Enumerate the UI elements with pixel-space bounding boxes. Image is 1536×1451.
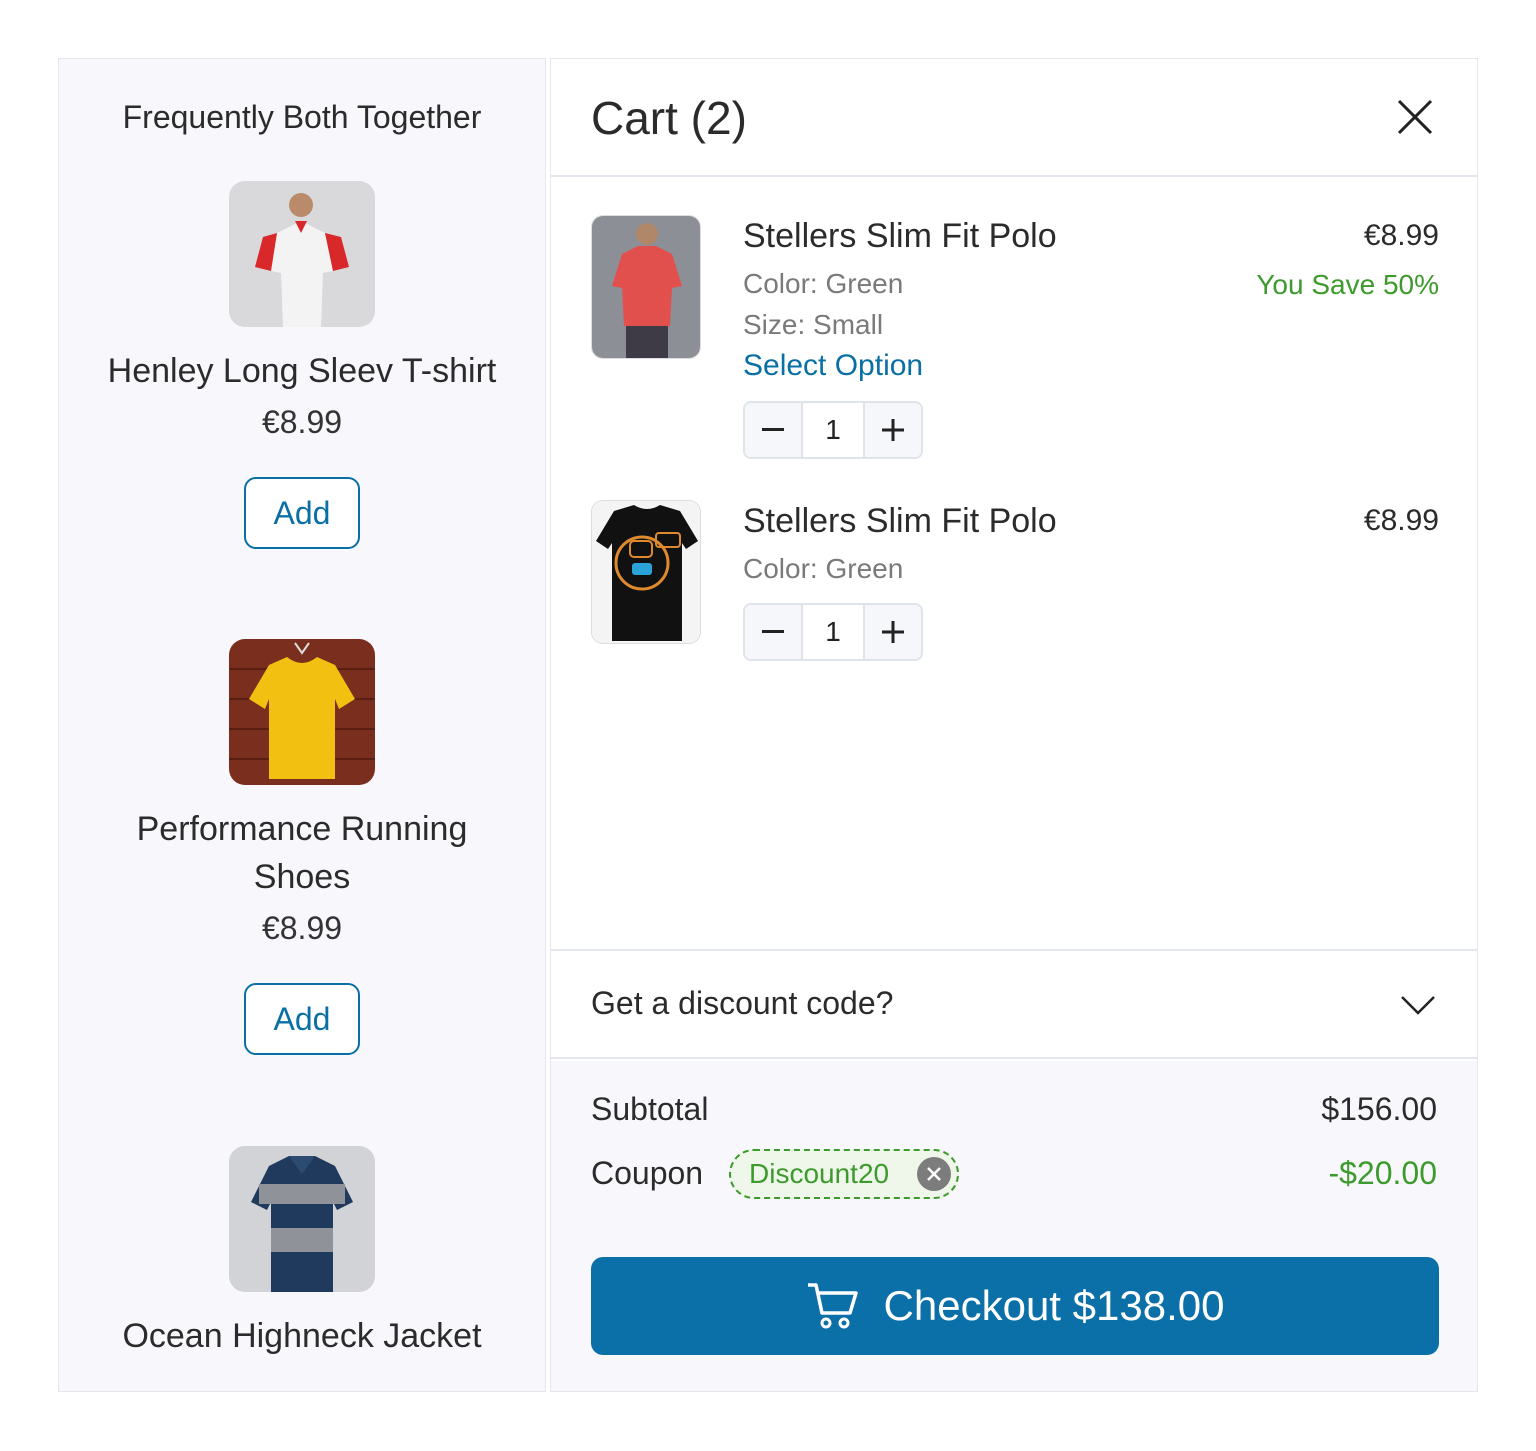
quantity-stepper: 1 [743,401,923,459]
discount-code-label: Get a discount code? [591,985,894,1021]
plus-icon [882,419,904,441]
add-button[interactable]: Add [244,477,360,549]
cart-item-color: Color: Green [743,553,904,584]
cart-title: Cart (2) [591,92,747,144]
increment-button[interactable] [865,605,921,659]
minus-icon [762,428,784,431]
discount-code-toggle[interactable]: Get a discount code? [551,949,1477,1059]
select-option-link[interactable]: Select Option [743,345,1439,387]
checkout-button[interactable]: Checkout $138.00 [591,1257,1439,1355]
remove-coupon-icon[interactable] [917,1157,951,1191]
product-name: Henley Long Sleev T-shirt [107,352,497,390]
product-price: €8.99 [261,910,343,946]
minus-icon [762,630,784,633]
decrement-button[interactable] [745,605,801,659]
quantity-stepper: 1 [743,603,923,661]
product-image[interactable] [229,639,375,785]
cart-item-price: €8.99 [1363,219,1439,252]
fbt-product-card: Ocean Highneck Jacket [59,1146,545,1360]
cart-summary: Subtotal $156.00 Coupon Discount20 -$20.… [551,1061,1477,1391]
cart-item-image[interactable] [591,215,701,359]
fbt-title: Frequently Both Together [122,99,482,135]
quantity-value[interactable]: 1 [801,403,865,457]
chevron-down-icon [1399,989,1437,1019]
coupon-chip: Discount20 [729,1149,959,1199]
cart-item-details: Stellers Slim Fit Polo Color: Green 1 €8… [743,500,1439,661]
cart-item-details: Stellers Slim Fit Polo Color: Green Size… [743,215,1439,459]
product-image[interactable] [229,181,375,327]
subtotal-label: Subtotal [591,1091,709,1127]
savings-label: You Save 50% [1256,269,1439,300]
cart-header: Cart (2) [551,59,1477,177]
add-button[interactable]: Add [244,983,360,1055]
subtotal-value: $156.00 [1321,1091,1437,1127]
decrement-button[interactable] [745,403,801,457]
cart-item-name: Stellers Slim Fit Polo [743,217,1057,255]
product-price: €8.99 [261,404,343,440]
coupon-value: -$20.00 [1328,1155,1437,1191]
cart-icon [807,1283,858,1329]
frequently-bought-panel: Frequently Both Together Henley Long Sle… [58,58,546,1392]
fbt-product-card: Henley Long Sleev T-shirt €8.99 Add [59,181,545,549]
quantity-value[interactable]: 1 [801,605,865,659]
cart-panel: Cart (2) Stellers Slim Fit Polo Color: G… [550,58,1478,1392]
plus-icon [882,621,904,643]
fbt-product-card: Performance Running Shoes €8.99 Add [59,639,545,1055]
cart-item-price: €8.99 [1363,504,1439,537]
coupon-label: Coupon [591,1155,704,1191]
cart-item-name: Stellers Slim Fit Polo [743,502,1057,540]
product-image[interactable] [229,1146,375,1292]
cart-item-size: Size: Small [743,309,884,340]
checkout-label: Checkout $138.00 [883,1282,1225,1329]
product-name: Ocean Highneck Jacket [122,1317,482,1355]
close-icon[interactable] [1395,97,1435,137]
coupon-code: Discount20 [749,1158,890,1189]
cart-item-image[interactable] [591,500,701,644]
increment-button[interactable] [865,403,921,457]
product-name: Performance Running Shoes [136,810,468,896]
